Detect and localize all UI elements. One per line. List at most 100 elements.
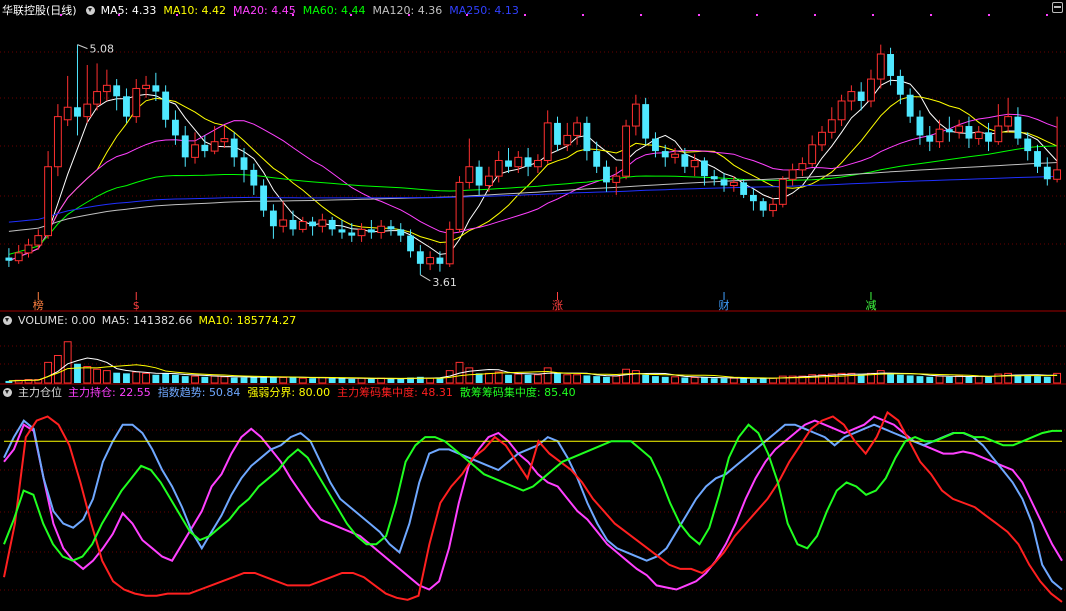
event-tick [988, 14, 990, 16]
candle-body [612, 175, 621, 183]
ma-item: MA20: 4.45 [233, 3, 296, 18]
volume-bar [749, 378, 757, 383]
candle-body [250, 169, 258, 186]
candle-body [14, 252, 23, 262]
indicator-line [3, 415, 1063, 591]
candle-body [260, 185, 268, 211]
candle-body [798, 163, 807, 171]
candle-body [808, 144, 817, 165]
volume-bar [906, 375, 914, 383]
volume-bar [426, 377, 435, 384]
volume-bar [289, 377, 297, 383]
volume-bar [926, 376, 934, 383]
minimize-icon[interactable] [1052, 2, 1063, 13]
candle-body [788, 169, 797, 180]
candle-body [74, 107, 81, 117]
event-tick [640, 14, 642, 16]
indicator-dropdown-icon[interactable] [3, 388, 12, 397]
candle-body [1014, 116, 1022, 139]
ma-value: 4.45 [271, 4, 296, 17]
candle-body [83, 103, 92, 118]
volume-bar [759, 378, 767, 383]
candle-body [740, 182, 748, 195]
stock-title[interactable]: 华联控股(日线) [2, 3, 77, 18]
ma-value: 4.44 [340, 4, 366, 17]
volume-bar [533, 374, 542, 384]
event-marker: 财 [719, 298, 730, 312]
chart-canvas[interactable]: 5.08 3.61 榜 $ 涨 财 减 [0, 0, 1066, 611]
indicator-item: 主力筹码集中度: 48.31 [337, 385, 453, 400]
volume-bar [172, 374, 179, 383]
candle-body [455, 181, 464, 230]
volume-bar [152, 374, 160, 383]
volume-bar [681, 377, 689, 383]
candle-body [465, 166, 474, 183]
candle-body [573, 122, 582, 136]
volume-dropdown-icon[interactable] [3, 316, 12, 325]
ma-label: MA10: [163, 4, 199, 17]
candle-body [847, 91, 856, 102]
candle-body [191, 144, 199, 158]
candle-body [749, 194, 757, 202]
candle-body [201, 144, 209, 152]
candle-body [357, 228, 366, 237]
volume-bar [720, 378, 728, 383]
volume-bar [543, 367, 552, 384]
candle-body [436, 257, 444, 264]
event-tick [756, 14, 758, 16]
candle-body [132, 87, 141, 118]
stock-chart-window: 5.08 3.61 榜 $ 涨 财 减 华联控股(日线) MA5: 4.33 MA10: 4.… [0, 0, 1066, 611]
candle-body [827, 119, 836, 133]
candle-body [24, 244, 33, 254]
high-pointer [77, 44, 88, 50]
high-label: 5.08 [89, 43, 114, 56]
candle-body [397, 229, 405, 236]
volume-bar [240, 377, 248, 383]
ma-values: MA5: 4.33 MA10: 4.42 MA20: 4.45 MA60: 4.44 M… [101, 3, 519, 18]
volume-bar [83, 366, 92, 384]
candle-body [387, 226, 395, 230]
volume-bar [1043, 376, 1051, 383]
volume-bar [935, 375, 944, 384]
volume-bar [701, 377, 708, 383]
candle-body [710, 176, 718, 180]
ma-item: MA60: 4.44 [303, 3, 366, 18]
volume-ma10: MA10: 185774.27 [199, 313, 297, 328]
indicator-item: 主力持仓: 22.55 [68, 385, 151, 400]
indicator-title: 主力仓位 [18, 386, 62, 399]
volume-bar [514, 373, 523, 384]
event-marker: $ [133, 299, 140, 312]
candle-body [152, 85, 160, 92]
volume-bar [945, 376, 953, 383]
candle-body [494, 159, 503, 177]
volume-bar [279, 377, 288, 384]
candle-body [240, 157, 248, 170]
candle-body [661, 151, 669, 158]
ma-value: 4.13 [494, 4, 519, 17]
dropdown-icon[interactable] [85, 6, 95, 15]
candle-body [53, 116, 62, 168]
candle-body [484, 175, 493, 187]
candle-body [563, 134, 572, 146]
volume-bar [690, 377, 699, 384]
volume-bar [250, 377, 258, 383]
ma-item: MA5: 4.33 [101, 3, 157, 18]
volume-bar [387, 378, 395, 383]
indicator-item: 散筹筹码集中度: 85.40 [460, 385, 576, 400]
candle-body [181, 135, 189, 158]
candle-body [309, 221, 317, 227]
candle-body [690, 159, 699, 168]
candle-body [916, 116, 924, 136]
candle-body [818, 131, 826, 146]
candle-body [720, 179, 728, 186]
volume-bar [309, 378, 317, 383]
candle-body [93, 91, 101, 105]
candle-body [926, 135, 934, 142]
indicator-label: 散筹筹码集中度: [459, 386, 541, 399]
candle-body [269, 210, 277, 227]
candle-body [505, 160, 512, 167]
volume-panel-header: VOLUME: 0.00 MA5: 141382.66 MA10: 185774… [0, 313, 296, 328]
candle-body [524, 157, 532, 167]
volume-bar [652, 376, 659, 383]
event-tick [814, 14, 816, 16]
